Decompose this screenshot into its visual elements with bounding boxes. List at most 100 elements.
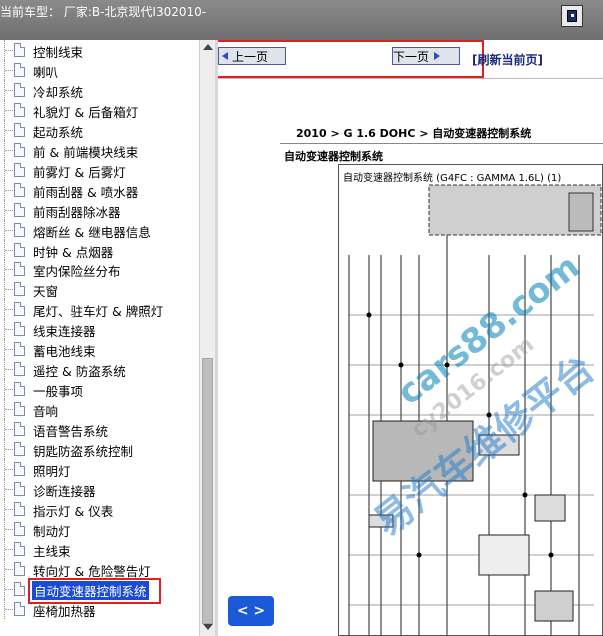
tree-item-label: 钥匙防盗系统控制 [33,444,134,459]
scrollbar-thumb[interactable] [202,358,213,624]
tree-guide-line [4,498,14,519]
document-icon [14,362,25,377]
document-icon [14,222,25,237]
document-icon [14,282,25,297]
tree-guide-line [4,478,14,499]
tree-item[interactable]: 制动灯 [0,518,199,539]
tree-item[interactable]: 前 & 前端模块线束 [0,139,199,160]
tree-guide-line [4,439,14,459]
fuse-box-connector [568,192,594,232]
tree-item[interactable]: 尾灯、驻车灯 & 牌照灯 [0,299,199,320]
document-icon [14,202,25,217]
tree-item[interactable]: 音响 [0,399,199,420]
tree-guide-line [4,139,14,160]
document-icon [14,62,25,77]
tree-guide-line [4,518,14,539]
tree-item-label: 冷却系统 [33,84,84,100]
tree-item[interactable]: 熔断丝 & 继电器信息 [0,219,199,240]
tree-item-label: 喇叭 [33,64,59,80]
tree-item[interactable]: 蓄电池线束 [0,339,199,360]
tree-item[interactable]: 控制线束 [0,40,199,60]
document-icon [14,382,25,397]
document-icon [14,442,25,456]
document-icon [14,561,25,576]
tree-item[interactable]: 时钟 & 点烟器 [0,239,199,260]
tree-item[interactable]: 钥匙防盗系统控制 [0,439,199,459]
document-icon [14,82,25,97]
tree-item[interactable]: 前雾灯 & 后雾灯 [0,159,199,180]
document-icon [14,501,25,516]
tree-guide-line [4,159,14,180]
tree-item[interactable]: 遥控 & 防盗系统 [0,359,199,380]
tree-item[interactable]: 语音警告系统 [0,419,199,440]
current-model-title: 当前车型： 厂家:B-北京现代I302010- [0,5,207,19]
tree-item[interactable]: 前雨刮器除冰器 [0,199,199,220]
tree-item[interactable]: 喇叭 [0,59,199,80]
tree-item[interactable]: 前雨刮器 & 喷水器 [0,179,199,200]
atm-switch-box [478,534,530,576]
tree-guide-line [4,279,14,300]
tree-guide-line [4,339,14,360]
tree-item[interactable]: 指示灯 & 仪表 [0,498,199,519]
tcm-module [372,420,474,482]
tree-guide-line [4,399,14,420]
tree-item-label: 天窗 [33,284,59,300]
header-bar: 当前车型： 厂家:B-北京现代I302010- [0,0,603,40]
junction-dot [366,312,372,318]
tree-item[interactable]: 转向灯 & 危险警告灯 [0,558,199,579]
document-icon [14,262,25,277]
document-icon [14,322,25,337]
tree-item[interactable]: 室内保险丝分布 [0,259,199,280]
sidebar-scrollbar[interactable] [199,40,215,636]
tree-guide-line [4,379,14,400]
exit-button[interactable] [561,5,583,27]
tree-item-label: 室内保险丝分布 [33,264,121,280]
tree-guide-line [4,558,14,579]
junction-dot [548,552,554,558]
scroll-down-icon[interactable] [203,624,213,630]
tree-item-label: 尾灯、驻车灯 & 牌照灯 [33,304,164,320]
tree-item-label: 转向灯 & 危险警告灯 [33,563,151,579]
scroll-up-icon[interactable] [203,44,213,50]
photo-box [534,494,566,522]
tree-guide-line [4,79,14,100]
tree-item-label: 语音警告系统 [33,424,109,440]
page-toggle-button[interactable]: < > [228,596,274,626]
tree-guide-line [4,259,14,280]
tree-item[interactable]: 一般事项 [0,379,199,400]
refresh-link[interactable]: [刷新当前页] [472,51,543,68]
tree-item-label: 主线束 [33,543,71,559]
tree-item[interactable]: 主线束 [0,538,199,559]
tree-item[interactable]: 天窗 [0,279,199,300]
tree-item-label: 控制线束 [33,45,84,60]
breadcrumb-rule [280,143,603,144]
selection-highlight-frame [28,578,161,604]
tree-item-label: 制动灯 [33,523,71,539]
tree-guide-line [4,299,14,320]
tree-panel: 控制线束喇叭冷却系统礼貌灯 & 后备箱灯 起动系统前 & 前端模块线束 前雾灯 & … [0,40,199,636]
document-icon [14,182,25,197]
tree-guide-line [4,199,14,220]
junction-dot [522,492,528,498]
tree-guide-line [4,40,14,60]
document-icon [14,521,25,536]
tree-item-label: 时钟 & 点烟器 [33,244,114,260]
document-icon [14,102,25,117]
tree-guide-line [4,179,14,200]
junction-dot [444,362,450,368]
tree-item[interactable]: 诊断连接器 [0,478,199,499]
tree-item[interactable]: 照明灯 [0,458,199,479]
document-icon [14,581,25,596]
prev-page-button[interactable]: 上一页 [218,47,286,65]
tree-item-label: 一般事项 [33,384,84,400]
document-icon [14,43,25,57]
tree-item-label: 礼貌灯 & 后备箱灯 [33,104,139,120]
tree-item[interactable]: 线束连接器 [0,319,199,340]
lamp-box [534,590,574,622]
next-page-button[interactable]: 下一页 [392,47,460,65]
tree-item-label: 蓄电池线束 [33,344,96,360]
tree-item[interactable]: 礼貌灯 & 后备箱灯 [0,99,199,120]
tree-item[interactable]: 冷却系统 [0,79,199,100]
document-icon [14,422,25,437]
tree-item[interactable]: 起动系统 [0,119,199,140]
